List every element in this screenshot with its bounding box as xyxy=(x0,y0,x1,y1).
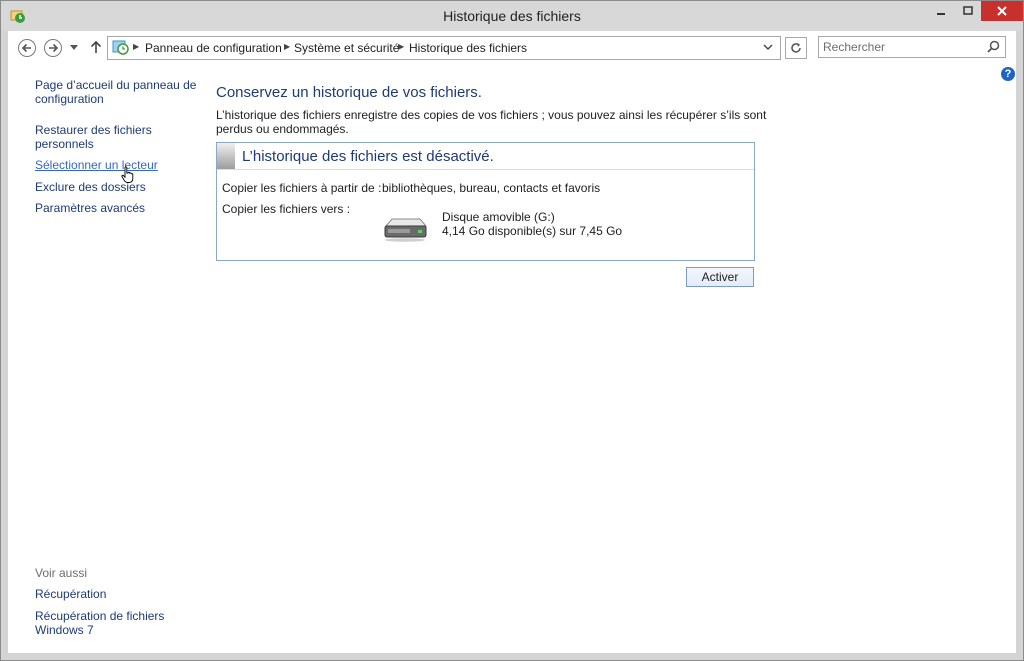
sidebar-link-label: Windows 7 xyxy=(35,623,94,637)
close-icon xyxy=(997,6,1007,16)
panel-header-accent xyxy=(217,143,235,169)
breadcrumb-system-security[interactable]: Système et sécurité xyxy=(294,41,399,55)
breadcrumb-file-history[interactable]: Historique des fichiers xyxy=(409,41,527,55)
page-title: Conservez un historique de vos fichiers. xyxy=(216,84,482,101)
sidebar-link-label: Page d’accueil du panneau de xyxy=(35,78,197,92)
sidebar-link-windows7-recovery[interactable]: Récupération de fichiers Windows 7 xyxy=(35,609,164,637)
breadcrumb-control-panel[interactable]: Panneau de configuration xyxy=(145,41,282,55)
sidebar-link-label: Restaurer des fichiers xyxy=(35,123,152,137)
navigation-bar: ▶ Panneau de configuration ▶ Système et … xyxy=(8,31,1016,66)
panel-header: L’historique des fichiers est désactivé. xyxy=(217,143,754,170)
search-input[interactable] xyxy=(823,39,973,55)
page-description: L’historique des fichiers enregistre des… xyxy=(216,108,767,136)
maximize-button[interactable] xyxy=(955,1,981,21)
close-button[interactable] xyxy=(981,1,1023,21)
recent-locations-chevron-icon[interactable] xyxy=(70,45,78,51)
copy-from-value: bibliothèques, bureau, contacts et favor… xyxy=(382,181,601,195)
drive-space: 4,14 Go disponible(s) sur 7,45 Go xyxy=(442,224,623,238)
status-title: L’historique des fichiers est désactivé. xyxy=(242,148,494,165)
sidebar-link-restore-files[interactable]: Restaurer des fichiers personnels xyxy=(35,123,152,151)
sidebar-link-control-panel-home[interactable]: Page d’accueil du panneau de configurati… xyxy=(35,78,196,106)
hand-cursor-icon xyxy=(121,166,134,183)
sidebar-link-advanced-settings[interactable]: Paramètres avancés xyxy=(35,201,145,215)
breadcrumb-separator-icon: ▶ xyxy=(398,42,405,51)
sidebar-link-select-drive[interactable]: Sélectionner un lecteur xyxy=(35,158,158,172)
file-history-status-panel: L’historique des fichiers est désactivé.… xyxy=(216,142,755,261)
forward-button[interactable] xyxy=(43,38,63,58)
address-bar[interactable]: ▶ Panneau de configuration ▶ Système et … xyxy=(107,36,781,60)
control-panel-icon xyxy=(112,40,129,55)
up-arrow-icon[interactable] xyxy=(90,40,102,54)
help-icon[interactable]: ? xyxy=(1001,67,1015,81)
search-box[interactable] xyxy=(818,36,1006,58)
breadcrumb-separator-icon: ▶ xyxy=(284,42,291,51)
address-dropdown-chevron-icon[interactable] xyxy=(763,43,773,51)
title-bar[interactable]: Historique des fichiers xyxy=(1,1,1023,31)
file-history-window: Historique des fichiers ▶ Panneau de con… xyxy=(0,0,1024,661)
refresh-button[interactable] xyxy=(785,37,807,59)
sidebar-link-recovery[interactable]: Récupération xyxy=(35,587,106,601)
minimize-icon xyxy=(937,13,945,15)
copy-from-label: Copier les fichiers à partir de : xyxy=(222,181,382,195)
breadcrumb-separator-icon: ▶ xyxy=(133,42,140,51)
back-button[interactable] xyxy=(17,38,37,58)
sidebar-link-label: Récupération de fichiers xyxy=(35,609,165,623)
window-title: Historique des fichiers xyxy=(443,8,581,24)
sidebar-link-label: configuration xyxy=(35,92,104,106)
sidebar-link-label: personnels xyxy=(35,137,94,151)
copy-to-label: Copier les fichiers vers : xyxy=(222,202,351,216)
activate-button[interactable]: Activer xyxy=(686,267,754,287)
search-icon[interactable] xyxy=(987,40,1000,53)
content-area: ▶ Panneau de configuration ▶ Système et … xyxy=(8,31,1016,653)
removable-drive-icon xyxy=(384,218,428,242)
see-also-heading: Voir aussi xyxy=(35,566,88,580)
maximize-icon xyxy=(963,6,973,15)
refresh-icon xyxy=(791,43,801,53)
minimize-button[interactable] xyxy=(927,1,955,21)
drive-name: Disque amovible (G:) xyxy=(442,210,555,224)
